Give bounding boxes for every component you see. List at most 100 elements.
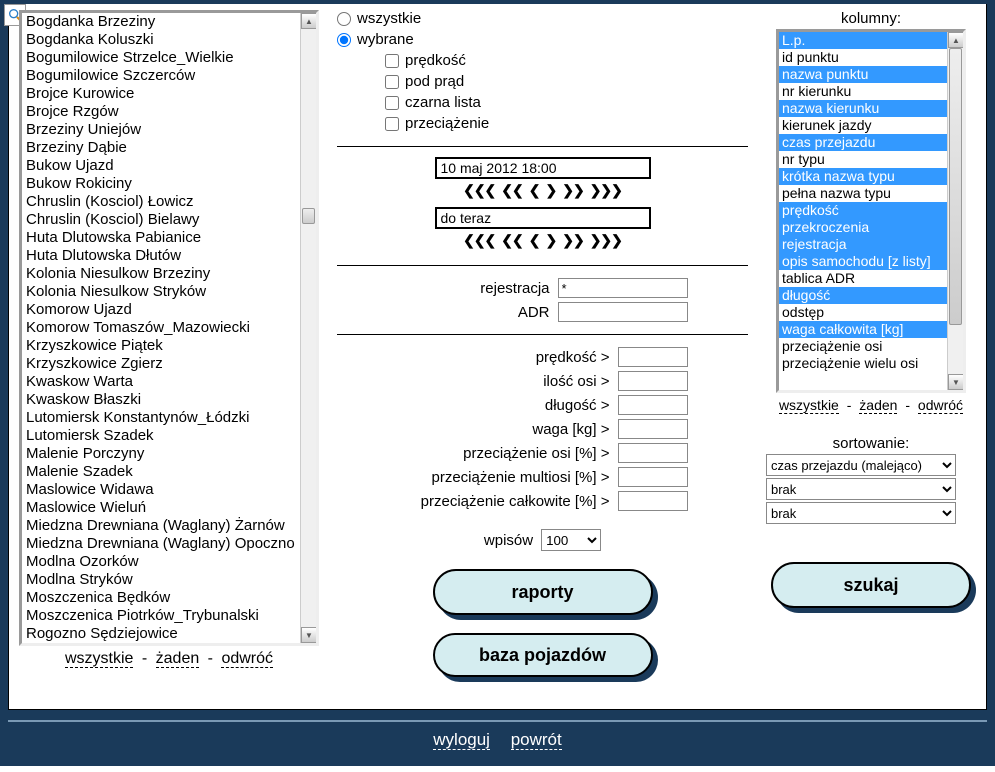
time-from-input[interactable] [435,157,651,179]
sort3-select[interactable]: brak [766,502,956,524]
list-item[interactable]: Bukow Ujazd [22,157,300,175]
list-item[interactable]: Lutomiersk Szadek [22,427,300,445]
list-item[interactable]: Bogdanka Koluszki [22,31,300,49]
adr-input[interactable] [558,302,688,322]
chk-upstream[interactable] [385,75,399,89]
col-scroll-thumb[interactable] [949,48,962,325]
time-forward3-icon[interactable]: ❯❯❯ [590,182,622,199]
columns-none-link[interactable]: żaden [859,397,897,414]
column-item[interactable]: nr typu [779,151,947,168]
list-item[interactable]: Brzeziny Dąbie [22,139,300,157]
list-item[interactable]: Chruslin (Kosciol) Łowicz [22,193,300,211]
filter-speed-input[interactable] [618,347,688,367]
columns-all-link[interactable]: wszystkie [779,397,839,414]
sort2-select[interactable]: brak [766,478,956,500]
list-item[interactable]: Modlna Ozorków [22,553,300,571]
column-item[interactable]: krótka nazwa typu [779,168,947,185]
scroll-thumb[interactable] [302,208,315,224]
sort1-select[interactable]: czas przejazdu (malejąco) [766,454,956,476]
entries-select[interactable]: 100 [541,529,601,551]
list-item[interactable]: Maslowice Wieluń [22,499,300,517]
column-item[interactable]: id punktu [779,49,947,66]
list-item[interactable]: Malenie Porczyny [22,445,300,463]
col-scroll-up-button[interactable]: ▲ [948,32,964,48]
column-item[interactable]: nazwa punktu [779,66,947,83]
list-item[interactable]: Maslowice Widawa [22,481,300,499]
chk-speed[interactable] [385,54,399,68]
column-item[interactable]: przeciążenie wielu osi [779,355,947,372]
list-item[interactable]: Lutomiersk Konstantynów_Łódzki [22,409,300,427]
column-item[interactable]: opis samochodu [z listy] [779,253,947,270]
time-rewind2-icon[interactable]: ❮❮ [501,182,522,199]
points-listbox[interactable]: Bogdanka BrzezinyBogdanka KoluszkiBogumi… [19,10,319,646]
list-item[interactable]: Bogdanka Brzeziny [22,13,300,31]
radio-all[interactable] [337,12,351,26]
column-item[interactable]: pełna nazwa typu [779,185,947,202]
list-item[interactable]: Brojce Rzgów [22,103,300,121]
time2-forward2-icon[interactable]: ❯❯ [562,232,583,249]
time-rewind3-icon[interactable]: ❮❮❮ [463,182,495,199]
list-item[interactable]: Kolonia Niesulkow Brzeziny [22,265,300,283]
column-item[interactable]: przeciążenie osi [779,338,947,355]
registration-input[interactable] [558,278,688,298]
time-to-input[interactable] [435,207,651,229]
filter-ov-total-input[interactable] [618,491,688,511]
column-item[interactable]: rejestracja [779,236,947,253]
points-none-link[interactable]: żaden [156,650,200,668]
list-item[interactable]: Krzyszkowice Zgierz [22,355,300,373]
list-item[interactable]: Kwaskow Błaszki [22,391,300,409]
list-item[interactable]: Brojce Kurowice [22,85,300,103]
points-invert-link[interactable]: odwróć [221,650,273,668]
time2-rewind2-icon[interactable]: ❮❮ [501,232,522,249]
list-item[interactable]: Bukow Rokiciny [22,175,300,193]
chk-overload[interactable] [385,117,399,131]
logout-link[interactable]: wyloguj [433,730,490,750]
points-all-link[interactable]: wszystkie [65,650,133,668]
time-forward2-icon[interactable]: ❯❯ [562,182,583,199]
column-item[interactable]: kierunek jazdy [779,117,947,134]
filter-length-input[interactable] [618,395,688,415]
points-scrollbar[interactable]: ▲ ▼ [300,13,316,643]
column-item[interactable]: L.p. [779,32,947,49]
chk-blacklist[interactable] [385,96,399,110]
column-item[interactable]: waga całkowita [kg] [779,321,947,338]
filter-axles-input[interactable] [618,371,688,391]
list-item[interactable]: Huta Dlutowska Pabianice [22,229,300,247]
columns-listbox[interactable]: L.p.id punktunazwa punktunr kierunkunazw… [776,29,966,393]
column-item[interactable]: nazwa kierunku [779,100,947,117]
list-item[interactable]: Chruslin (Kosciol) Bielawy [22,211,300,229]
list-item[interactable]: Miedzna Drewniana (Waglany) Żarnów [22,517,300,535]
time2-rewind1-icon[interactable]: ❮ [529,232,540,249]
column-item[interactable]: czas przejazdu [779,134,947,151]
list-item[interactable]: Bogumilowice Szczerców [22,67,300,85]
vehicle-db-button[interactable]: baza pojazdów [433,633,653,677]
time-rewind1-icon[interactable]: ❮ [529,182,540,199]
list-item[interactable]: Bogumilowice Strzelce_Wielkie [22,49,300,67]
column-item[interactable]: przekroczenia [779,219,947,236]
time2-rewind3-icon[interactable]: ❮❮❮ [463,232,495,249]
column-item[interactable]: prędkość [779,202,947,219]
list-item[interactable]: Moszczenica Piotrków_Trybunalski [22,607,300,625]
list-item[interactable]: Kolonia Niesulkow Stryków [22,283,300,301]
time2-forward1-icon[interactable]: ❯ [546,232,557,249]
search-button[interactable]: szukaj [771,562,971,608]
column-item[interactable]: długość [779,287,947,304]
radio-selected[interactable] [337,33,351,47]
column-item[interactable]: tablica ADR [779,270,947,287]
col-scroll-down-button[interactable]: ▼ [948,374,964,390]
filter-ov-axle-input[interactable] [618,443,688,463]
column-item[interactable]: nr kierunku [779,83,947,100]
column-item[interactable]: odstęp [779,304,947,321]
back-link[interactable]: powrót [511,730,562,750]
scroll-down-button[interactable]: ▼ [301,627,317,643]
reports-button[interactable]: raporty [433,569,653,615]
list-item[interactable]: Kwaskow Warta [22,373,300,391]
filter-weight-input[interactable] [618,419,688,439]
filter-ov-multi-input[interactable] [618,467,688,487]
list-item[interactable]: Malenie Szadek [22,463,300,481]
list-item[interactable]: Rogozno Sędziejowice [22,625,300,643]
list-item[interactable]: Modlna Stryków [22,571,300,589]
list-item[interactable]: Komorow Tomaszów_Mazowiecki [22,319,300,337]
list-item[interactable]: Brzeziny Uniejów [22,121,300,139]
columns-scrollbar[interactable]: ▲ ▼ [947,32,963,390]
